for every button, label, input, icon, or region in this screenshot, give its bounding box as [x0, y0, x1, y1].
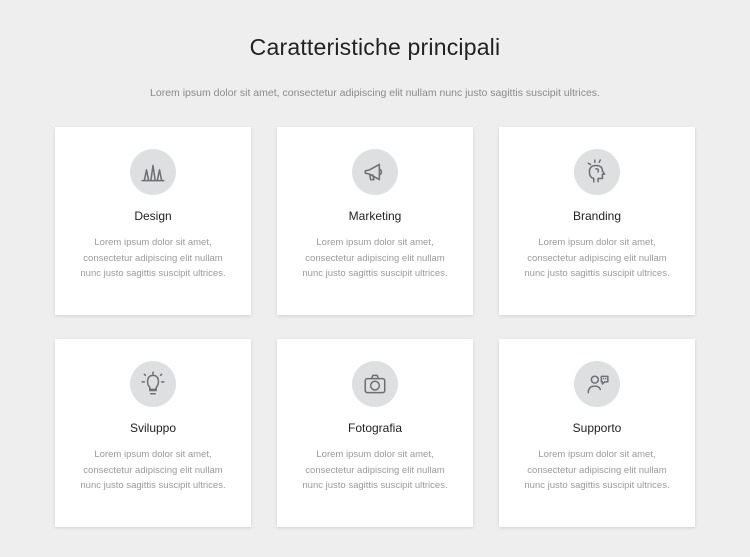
- card-title: Supporto: [573, 421, 622, 435]
- megaphone-icon: [352, 149, 398, 195]
- card-title: Marketing: [349, 209, 402, 223]
- card-desc: Lorem ipsum dolor sit amet, consectetur …: [519, 235, 675, 282]
- card-desc: Lorem ipsum dolor sit amet, consectetur …: [75, 235, 231, 282]
- support-icon: [574, 361, 620, 407]
- card-branding: Branding Lorem ipsum dolor sit amet, con…: [499, 127, 695, 315]
- card-desc: Lorem ipsum dolor sit amet, consectetur …: [519, 447, 675, 494]
- card-title: Fotografia: [348, 421, 402, 435]
- page-subtitle: Lorem ipsum dolor sit amet, consectetur …: [150, 87, 600, 99]
- page-title: Caratteristiche principali: [250, 34, 501, 61]
- card-supporto: Supporto Lorem ipsum dolor sit amet, con…: [499, 339, 695, 527]
- card-desc: Lorem ipsum dolor sit amet, consectetur …: [297, 447, 453, 494]
- card-title: Sviluppo: [130, 421, 176, 435]
- card-fotografia: Fotografia Lorem ipsum dolor sit amet, c…: [277, 339, 473, 527]
- card-title: Branding: [573, 209, 621, 223]
- card-sviluppo: Sviluppo Lorem ipsum dolor sit amet, con…: [55, 339, 251, 527]
- card-marketing: Marketing Lorem ipsum dolor sit amet, co…: [277, 127, 473, 315]
- card-desc: Lorem ipsum dolor sit amet, consectetur …: [75, 447, 231, 494]
- card-desc: Lorem ipsum dolor sit amet, consectetur …: [297, 235, 453, 282]
- design-icon: [130, 149, 176, 195]
- card-design: Design Lorem ipsum dolor sit amet, conse…: [55, 127, 251, 315]
- features-grid: Design Lorem ipsum dolor sit amet, conse…: [55, 127, 695, 527]
- camera-icon: [352, 361, 398, 407]
- lightbulb-icon: [130, 361, 176, 407]
- card-title: Design: [134, 209, 171, 223]
- head-idea-icon: [574, 149, 620, 195]
